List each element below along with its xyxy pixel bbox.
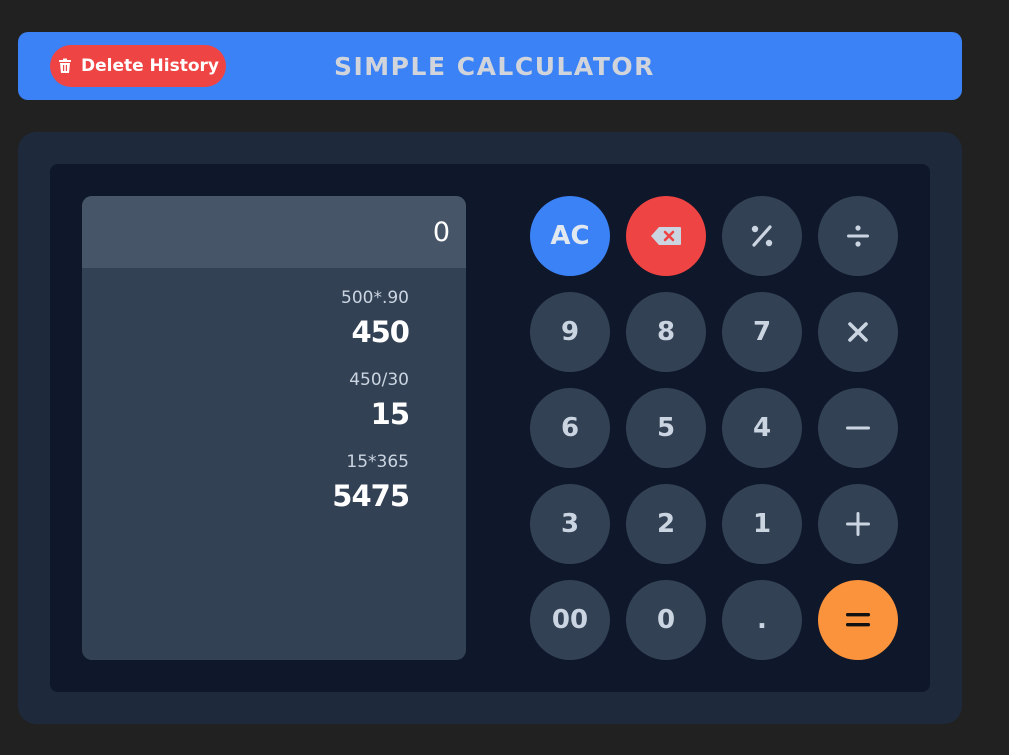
delete-history-button[interactable]: Delete History [50, 45, 226, 87]
history-expression: 450/30 [349, 370, 409, 390]
multiply-icon [846, 320, 870, 344]
history-item: 500*.90 450 [82, 286, 410, 354]
digit-2-button[interactable]: 2 [626, 484, 706, 564]
current-value: 0 [82, 196, 466, 268]
history-expression: 500*.90 [341, 288, 409, 308]
page-title: SIMPLE CALCULATOR [334, 51, 655, 81]
delete-history-label: Delete History [80, 56, 220, 76]
double-zero-button[interactable]: 00 [530, 580, 610, 660]
keypad: AC 9 8 7 6 5 4 3 2 1 00 0 . [530, 196, 898, 660]
header-bar: Delete History SIMPLE CALCULATOR [18, 32, 962, 100]
equals-button[interactable] [818, 580, 898, 660]
percent-button[interactable] [722, 196, 802, 276]
history-expression: 15*365 [346, 452, 409, 472]
digit-4-button[interactable]: 4 [722, 388, 802, 468]
digit-8-button[interactable]: 8 [626, 292, 706, 372]
digit-9-button[interactable]: 9 [530, 292, 610, 372]
clear-button[interactable]: AC [530, 196, 610, 276]
multiply-button[interactable] [818, 292, 898, 372]
history-list: 500*.90 450 450/30 15 15*365 5475 [82, 268, 466, 518]
decimal-button[interactable]: . [722, 580, 802, 660]
equals-icon [845, 610, 871, 630]
divide-button[interactable] [818, 196, 898, 276]
divide-icon [845, 223, 871, 249]
percent-icon [749, 223, 775, 249]
history-result: 5475 [332, 479, 410, 513]
backspace-button[interactable] [626, 196, 706, 276]
digit-3-button[interactable]: 3 [530, 484, 610, 564]
trash-icon [57, 58, 73, 74]
backspace-icon [650, 226, 682, 246]
history-item: 15*365 5475 [82, 450, 410, 518]
history-result: 450 [351, 315, 410, 349]
minus-button[interactable] [818, 388, 898, 468]
calculator-card: 0 500*.90 450 450/30 15 15*365 5475 AC 9… [18, 132, 962, 724]
digit-1-button[interactable]: 1 [722, 484, 802, 564]
display-panel: 0 500*.90 450 450/30 15 15*365 5475 [82, 196, 466, 660]
digit-6-button[interactable]: 6 [530, 388, 610, 468]
plus-button[interactable] [818, 484, 898, 564]
calculator-body: 0 500*.90 450 450/30 15 15*365 5475 AC 9… [50, 164, 930, 692]
minus-icon [845, 415, 871, 441]
history-item: 450/30 15 [82, 368, 410, 436]
digit-7-button[interactable]: 7 [722, 292, 802, 372]
history-result: 15 [370, 397, 410, 431]
digit-5-button[interactable]: 5 [626, 388, 706, 468]
digit-0-button[interactable]: 0 [626, 580, 706, 660]
plus-icon [845, 511, 871, 537]
